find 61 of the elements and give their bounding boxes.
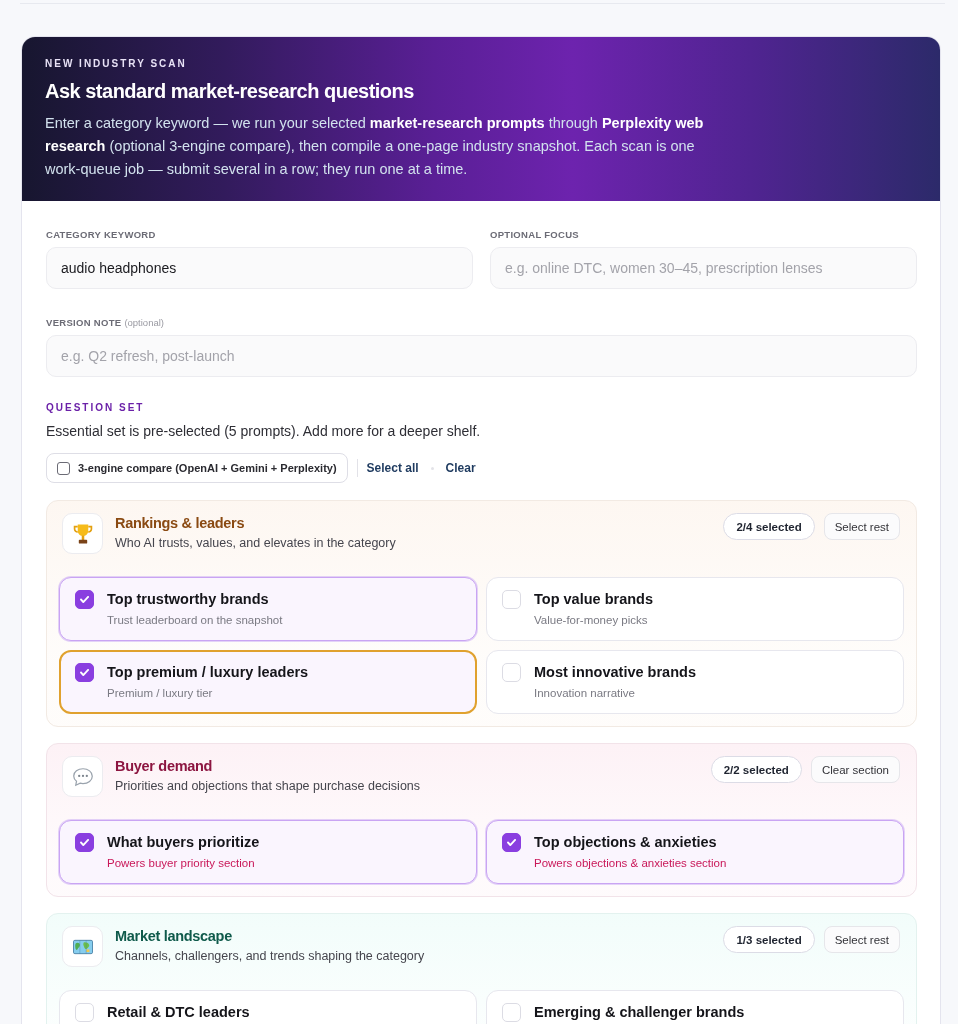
field-label: OPTIONAL FOCUS <box>490 229 579 240</box>
map-icon <box>62 926 103 967</box>
option-title: Top trustworthy brands <box>107 590 270 608</box>
checkbox[interactable] <box>75 590 94 609</box>
section-title: Market landscape <box>115 927 233 946</box>
checkmark-icon <box>80 839 89 846</box>
page-title: Ask standard market-research questions <box>45 79 415 104</box>
trophy-icon <box>62 513 103 554</box>
option-title: Emerging & challenger brands <box>534 1003 745 1021</box>
section-heading: QUESTION SET <box>46 402 146 414</box>
section-title: Buyer demand <box>115 757 214 776</box>
checkbox[interactable] <box>57 461 70 475</box>
option-title: Most innovative brands <box>534 663 696 681</box>
selection-count-badge: 2/2 selected <box>710 756 802 783</box>
option-note: Innovation narrative <box>534 686 636 701</box>
option-note: Value-for-money picks <box>534 613 649 628</box>
selection-count-badge: 2/4 selected <box>723 513 815 540</box>
checkbox[interactable] <box>75 663 94 682</box>
checkbox[interactable] <box>502 833 521 852</box>
selection-count-badge: 1/3 selected <box>723 926 815 953</box>
option-note: Trust leaderboard on the snapshot <box>107 613 283 628</box>
question-option[interactable]: Emerging & challenger brands <box>486 990 904 1024</box>
eyebrow-label: NEW INDUSTRY SCAN <box>45 57 188 71</box>
speech-bubble-icon <box>62 756 103 797</box>
checkmark-icon <box>80 669 89 676</box>
question-option[interactable]: Top value brands Value-for-money picks <box>486 577 904 641</box>
checkmark-icon <box>80 596 89 603</box>
section-subtitle: Channels, challengers, and trends shaping the category <box>115 948 426 965</box>
section-subtitle: Who AI trusts, values, and elevates in the category <box>115 535 397 552</box>
option-note: Powers buyer priority section <box>107 856 256 871</box>
question-option[interactable]: Most innovative brands Innovation narrative <box>486 650 904 714</box>
text-field[interactable]: audio headphones <box>46 247 473 289</box>
section-action-button[interactable]: Select rest <box>823 513 900 540</box>
field-label: CATEGORY KEYWORD <box>46 229 156 240</box>
option-title: Top premium / luxury leaders <box>107 663 309 681</box>
option-title: Top value brands <box>534 590 653 608</box>
section-action-button[interactable]: Select rest <box>823 926 900 953</box>
option-title: Retail & DTC leaders <box>107 1003 250 1021</box>
question-option[interactable]: Top trustworthy brands Trust leaderboard on the snapshot <box>59 577 477 641</box>
helper-text: Essential set is pre-selected (5 prompts). Add more for a deeper shelf. <box>46 422 482 441</box>
section-action-button[interactable]: Clear section <box>810 756 900 783</box>
option-title: What buyers prioritize <box>107 833 260 851</box>
question-option[interactable]: Top objections & anxieties Powers objections & anxieties section <box>486 820 904 884</box>
compare-toggle[interactable]: 3-engine compare (OpenAI + Gemini + Perplexity) <box>46 453 348 483</box>
checkbox[interactable] <box>75 833 94 852</box>
option-title: Top objections & anxieties <box>534 833 718 851</box>
section-subtitle: Priorities and objections that shape purchase decisions <box>115 778 422 795</box>
text-button[interactable]: Select all <box>366 461 419 475</box>
checkmark-icon <box>507 839 516 846</box>
intro-paragraph: Enter a category keyword — we run your selected market-research prompts through Perplexity web research (optional 3-engine compare), then compile a one-page industry snapshot. Each scan is one work-queue job — submit several in a row; they run one at a time. <box>45 114 705 179</box>
option-note: Premium / luxury tier <box>107 686 214 701</box>
field-label: VERSION NOTE <box>46 317 122 328</box>
question-option[interactable]: Top premium / luxury leaders Premium / luxury tier <box>59 650 477 714</box>
question-option[interactable]: Retail & DTC leaders <box>59 990 477 1024</box>
option-note: Powers objections & anxieties section <box>534 856 727 871</box>
text-field[interactable]: e.g. Q2 refresh, post-launch <box>46 335 917 377</box>
text-field[interactable]: e.g. online DTC, women 30–45, prescription lenses <box>490 247 917 289</box>
section-title: Rankings & leaders <box>115 514 246 533</box>
question-option[interactable]: What buyers prioritize Powers buyer priority section <box>59 820 477 884</box>
field-hint: (optional) <box>124 317 164 328</box>
text-button[interactable]: Clear <box>445 461 476 475</box>
